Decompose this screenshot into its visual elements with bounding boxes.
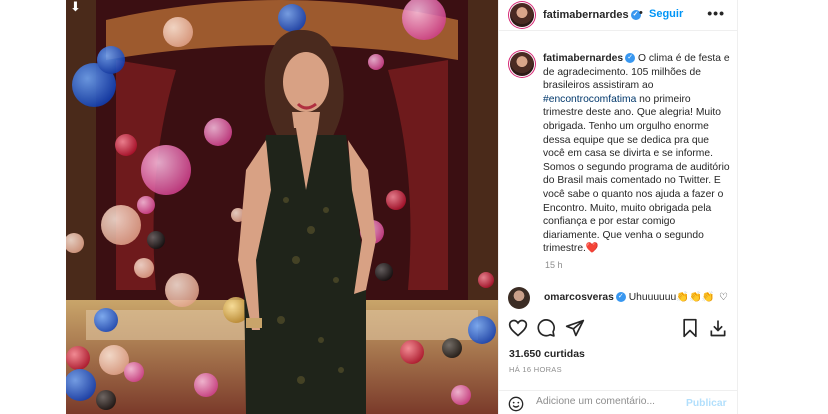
like-count[interactable]: 31.650 curtidas [509, 348, 585, 360]
send-icon[interactable] [565, 318, 585, 338]
caption-username[interactable]: fatimabernardes [543, 53, 623, 64]
author-username[interactable]: fatimabernardes ✓ [543, 9, 641, 21]
caption-timestamp: 15 h [545, 260, 563, 270]
comment-input[interactable] [536, 396, 676, 407]
bookmark-icon[interactable] [680, 318, 700, 338]
author-avatar[interactable] [510, 3, 534, 27]
comment-body: Uhuuuuuu👏👏👏 [628, 292, 715, 303]
caption-part-2: no primeiro trimestre deste ano. Que ale… [543, 93, 730, 255]
verified-badge-icon: ✓ [615, 292, 626, 303]
more-options-icon[interactable]: ••• [707, 5, 725, 21]
publish-button[interactable]: Publicar [686, 398, 727, 409]
smiley-icon[interactable] [508, 396, 524, 412]
caption-text: fatimabernardes ✓ O clima é de festa e de… [543, 52, 733, 256]
post-age: HÁ 16 HORAS [509, 365, 562, 374]
heart-emoji: ❤️ [585, 243, 599, 255]
comment-text: omarcosveras ✓ Uhuuuuuu👏👏👏 [544, 290, 715, 303]
follow-button[interactable]: Seguir [649, 8, 683, 20]
verified-badge-icon: ✓ [625, 53, 636, 64]
stage-scene-illustration [66, 0, 498, 414]
commenter-username[interactable]: omarcosveras [544, 292, 614, 303]
add-comment-bar: Publicar [498, 390, 738, 414]
commenter-avatar[interactable] [508, 287, 530, 309]
post-header: fatimabernardes ✓ • Seguir ••• [499, 0, 739, 31]
comment-like-heart-icon[interactable]: ♡ [719, 292, 728, 303]
comment-row: omarcosveras ✓ Uhuuuuuu👏👏👏 ♡ [508, 286, 732, 310]
header-separator: • [639, 7, 643, 19]
download-icon[interactable]: ⬇ [70, 0, 81, 13]
hashtag-link[interactable]: #encontrocomfatima [543, 94, 636, 105]
action-bar [508, 318, 732, 338]
post-photo[interactable] [66, 0, 498, 414]
heart-icon[interactable] [508, 318, 528, 338]
comment-icon[interactable] [536, 318, 556, 338]
download-icon[interactable] [708, 318, 728, 338]
caption-author-avatar[interactable] [510, 52, 534, 76]
right-margin [738, 0, 828, 414]
left-margin [0, 0, 66, 414]
